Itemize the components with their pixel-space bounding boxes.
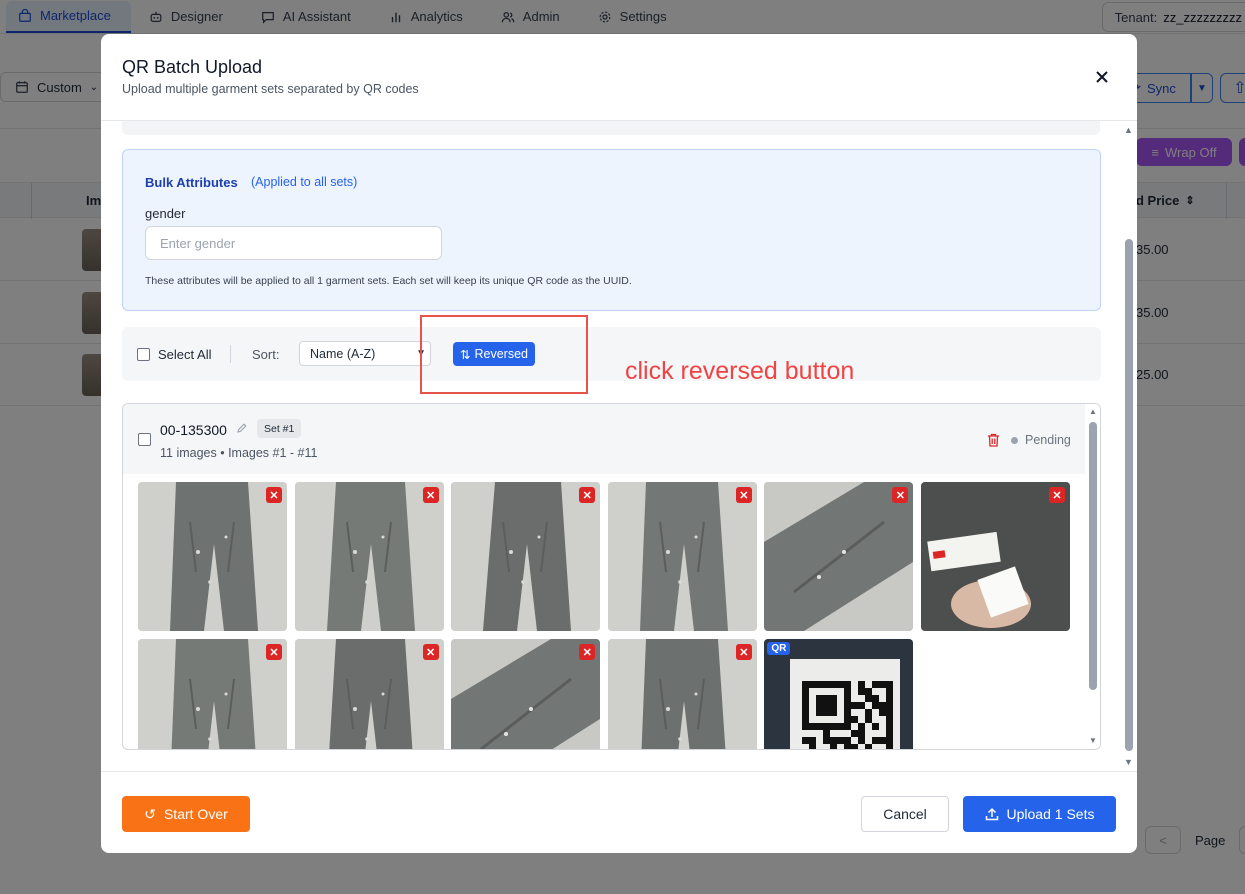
close-icon[interactable] bbox=[1092, 67, 1112, 87]
qr-batch-upload-modal: QR Batch Upload Upload multiple garment … bbox=[101, 34, 1137, 853]
remove-image-button[interactable]: ✕ bbox=[579, 644, 596, 660]
close-icon: ✕ bbox=[269, 489, 279, 502]
bulk-attributes-panel: Bulk Attributes (Applied to all sets) ge… bbox=[122, 149, 1101, 311]
close-icon: ✕ bbox=[582, 489, 592, 502]
remove-image-button[interactable]: ✕ bbox=[579, 487, 596, 503]
select-all[interactable]: Select All bbox=[137, 347, 211, 362]
close-icon: ✕ bbox=[739, 646, 749, 659]
bulk-attributes-help: These attributes will be applied to all … bbox=[145, 275, 632, 287]
cancel-label: Cancel bbox=[883, 806, 927, 822]
set-badge: Set #1 bbox=[257, 419, 302, 438]
scroll-up-icon[interactable]: ▲ bbox=[1124, 125, 1133, 135]
start-over-label: Start Over bbox=[163, 806, 228, 822]
garment-image[interactable]: ✕ bbox=[451, 639, 601, 749]
annotation-text: click reversed button bbox=[625, 357, 855, 385]
status-label: Pending bbox=[1025, 433, 1071, 447]
remove-image-button[interactable]: ✕ bbox=[422, 487, 439, 503]
pencil-icon[interactable] bbox=[236, 422, 248, 434]
bulk-attributes-note: (Applied to all sets) bbox=[251, 175, 358, 189]
garment-image[interactable]: ✕ bbox=[138, 639, 287, 749]
modal-scrollbar[interactable]: ▲ ▼ bbox=[1122, 121, 1136, 771]
scroll-down-icon[interactable]: ▼ bbox=[1124, 757, 1133, 767]
previous-section bbox=[122, 121, 1100, 135]
close-icon: ✕ bbox=[739, 489, 749, 502]
sort-select[interactable]: Name (A-Z) ▼ bbox=[299, 341, 431, 366]
sort-select-value: Name (A-Z) bbox=[310, 346, 376, 361]
reset-icon: ↺ bbox=[144, 805, 156, 822]
remove-image-button[interactable]: ✕ bbox=[266, 487, 282, 503]
gender-label: gender bbox=[145, 206, 186, 221]
sort-label: Sort: bbox=[252, 347, 280, 362]
remove-image-button[interactable]: ✕ bbox=[735, 644, 752, 660]
annotation-highlight-box bbox=[420, 315, 588, 394]
modal-subtitle: Upload multiple garment sets separated b… bbox=[122, 82, 419, 96]
garment-image[interactable]: ✕ bbox=[138, 482, 287, 631]
set-scrollbar[interactable]: ▲ ▼ bbox=[1086, 404, 1100, 749]
remove-image-button[interactable]: ✕ bbox=[266, 644, 282, 660]
qr-code-image[interactable]: QR bbox=[764, 639, 914, 749]
upload-label: Upload 1 Sets bbox=[1006, 806, 1095, 822]
garment-image[interactable]: ✕ bbox=[294, 482, 444, 631]
select-all-checkbox[interactable] bbox=[137, 348, 150, 361]
qr-tag: QR bbox=[767, 642, 791, 655]
garment-image[interactable]: ✕ bbox=[294, 639, 444, 749]
sort-bar: Select All Sort: Name (A-Z) ▼ ⇅ Reversed bbox=[122, 327, 1101, 381]
select-all-label: Select All bbox=[158, 347, 212, 362]
start-over-button[interactable]: ↺ Start Over bbox=[122, 796, 250, 832]
set-checkbox[interactable] bbox=[138, 433, 151, 446]
upload-icon bbox=[985, 807, 998, 821]
gender-input[interactable] bbox=[145, 226, 442, 260]
upload-button[interactable]: Upload 1 Sets bbox=[963, 796, 1116, 832]
scroll-down-icon[interactable]: ▼ bbox=[1089, 736, 1097, 745]
garment-image[interactable]: ✕ bbox=[451, 482, 601, 631]
bulk-attributes-title: Bulk Attributes bbox=[145, 175, 238, 190]
modal-title: QR Batch Upload bbox=[122, 57, 263, 77]
remove-image-button[interactable]: ✕ bbox=[422, 644, 439, 660]
modal-body: Bulk Attributes (Applied to all sets) ge… bbox=[101, 121, 1137, 771]
trash-icon[interactable] bbox=[987, 433, 1000, 447]
remove-image-button[interactable]: ✕ bbox=[892, 487, 909, 503]
garment-image[interactable]: ✕ bbox=[607, 639, 757, 749]
set-info: 11 images • Images #1 - #11 bbox=[160, 446, 318, 460]
garment-image[interactable]: ✕ bbox=[607, 482, 757, 631]
set-status: Pending bbox=[1011, 433, 1071, 447]
modal-header: QR Batch Upload Upload multiple garment … bbox=[101, 34, 1137, 121]
close-icon: ✕ bbox=[582, 646, 592, 659]
close-icon: ✕ bbox=[425, 646, 436, 659]
garment-image[interactable]: ✕ bbox=[921, 482, 1070, 631]
remove-image-button[interactable]: ✕ bbox=[1049, 487, 1065, 503]
close-icon: ✕ bbox=[1052, 489, 1062, 502]
close-icon: ✕ bbox=[895, 489, 905, 502]
cancel-button[interactable]: Cancel bbox=[861, 796, 949, 832]
close-icon: ✕ bbox=[269, 646, 279, 659]
close-icon: ✕ bbox=[425, 489, 436, 502]
remove-image-button[interactable]: ✕ bbox=[735, 487, 752, 503]
scroll-up-icon[interactable]: ▲ bbox=[1089, 407, 1097, 416]
garment-set-card: 00-135300 Set #1 11 images • Images #1 -… bbox=[122, 403, 1101, 750]
set-name: 00-135300 bbox=[160, 422, 227, 438]
set-header: 00-135300 Set #1 11 images • Images #1 -… bbox=[123, 404, 1085, 474]
garment-image[interactable]: ✕ bbox=[764, 482, 914, 631]
modal-footer: ↺ Start Over Cancel Upload 1 Sets bbox=[101, 771, 1137, 853]
status-dot bbox=[1011, 436, 1018, 444]
